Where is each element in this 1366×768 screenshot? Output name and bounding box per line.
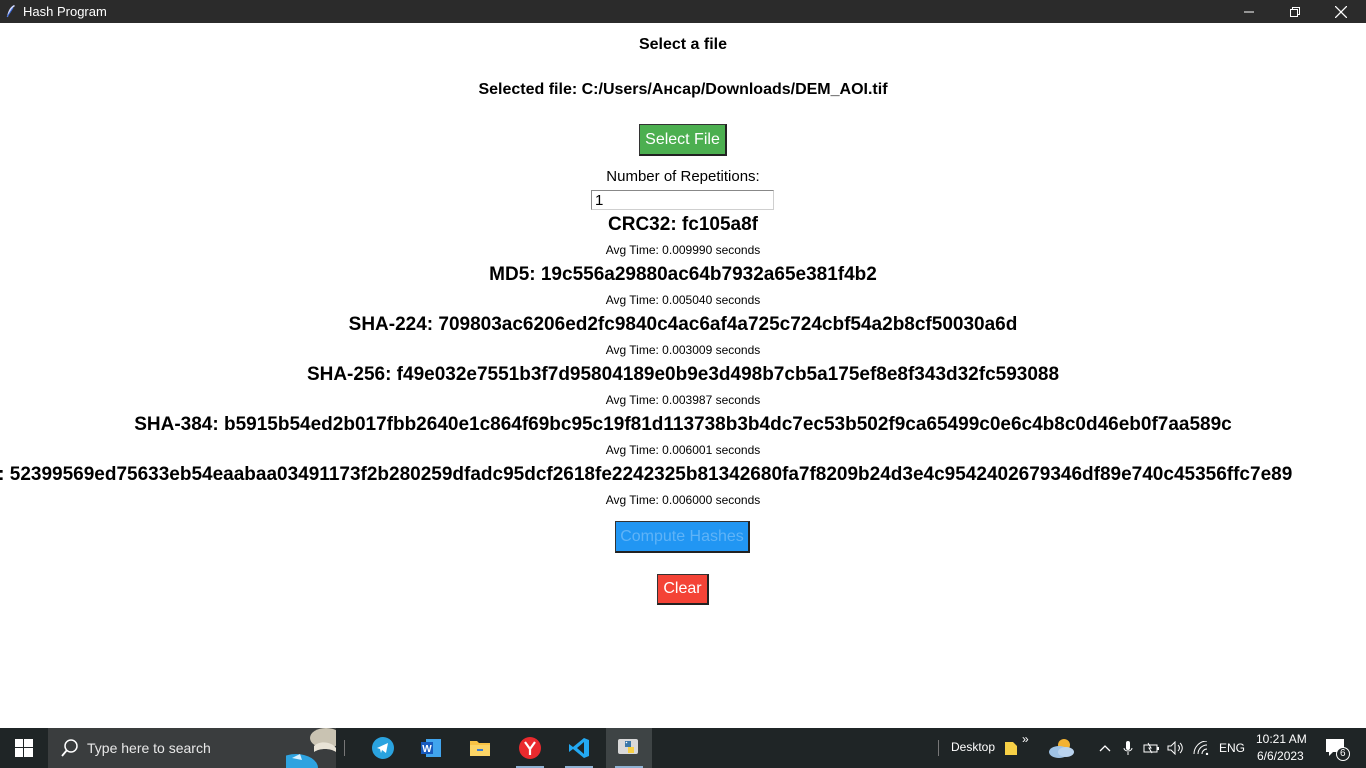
clock-date[interactable]: 6/6/2023 [1257,749,1304,763]
restore-icon [1290,6,1300,17]
feather-icon [6,5,15,18]
search-highlight-illustration [286,728,336,768]
hash-sha256: SHA-256: f49e032e7551b3f7d95804189e0b9e3… [306,364,1060,385]
close-icon [1335,5,1347,18]
desktop-toolbar-label[interactable]: Desktop [951,740,995,754]
hash-sha224: SHA-224: 709803ac6206ed2fc9840c4ac6af4a7… [348,314,1018,335]
app-window: Select a file Selected file: C:/Users/Ан… [0,23,1366,728]
clear-button[interactable]: Clear [657,574,709,605]
windows-icon [15,739,33,757]
minimize-icon [1244,11,1254,12]
file-explorer-icon [470,741,490,756]
taskbar-app-file-explorer[interactable] [457,728,503,768]
selected-file-label: Selected file: C:/Users/Ансар/Downloads/… [478,81,888,98]
language-indicator[interactable]: ENG [1219,741,1245,755]
taskbar-app-yandex[interactable] [507,728,553,768]
close-button[interactable] [1318,0,1364,23]
toolbar-overflow-chevron[interactable]: » [1022,732,1029,746]
taskbar: Type here to search W Desktop » ENG 10:2… [0,728,1366,768]
desktop-folder-icon[interactable] [1001,738,1021,758]
hash-sha384: SHA-384: b5915b54ed2b017fbb2640e1c864f69… [134,414,1232,435]
search-placeholder: Type here to search [87,740,211,756]
wifi-icon[interactable] [1191,738,1211,758]
taskbar-separator [938,740,939,756]
avg-time-sha512: Avg Time: 0.006000 seconds [605,493,761,507]
window-title: Hash Program [23,4,107,19]
select-file-button[interactable]: Select File [639,124,727,156]
telegram-icon [372,737,394,759]
yandex-browser-icon [519,737,541,759]
avg-time-md5: Avg Time: 0.005040 seconds [605,293,761,307]
repetitions-label: Number of Repetitions: [606,168,760,185]
avg-time-crc32: Avg Time: 0.009990 seconds [605,243,761,257]
vscode-icon [569,738,589,758]
battery-icon[interactable] [1142,738,1162,758]
heading-select-file: Select a file [638,36,728,53]
svg-text:W: W [422,744,432,755]
sha512-clip: SHA-512: 52399569ed75633eb54eaabaa034911… [0,463,1366,487]
hash-sha512: SHA-512: 52399569ed75633eb54eaabaa034911… [0,464,1293,485]
avg-time-sha224: Avg Time: 0.003009 seconds [605,343,761,357]
avg-time-sha256: Avg Time: 0.003987 seconds [605,393,761,407]
taskbar-app-word[interactable]: W [408,728,454,768]
taskbar-app-telegram[interactable] [360,728,406,768]
volume-icon[interactable] [1166,738,1186,758]
taskbar-app-python[interactable] [606,728,652,768]
search-icon [61,739,78,757]
hash-md5: MD5: 19c556a29880ac64b7932a65e381f4b2 [489,264,877,285]
word-icon: W [421,739,441,757]
weather-icon[interactable] [1046,738,1076,758]
restore-button[interactable] [1272,0,1318,23]
compute-hashes-button[interactable]: Compute Hashes [615,521,750,553]
minimize-button[interactable] [1226,0,1272,23]
avg-time-sha384: Avg Time: 0.006001 seconds [605,443,761,457]
clock-time[interactable]: 10:21 AM [1256,732,1307,746]
window-titlebar: Hash Program [0,0,1366,23]
taskbar-app-vscode[interactable] [556,728,602,768]
show-hidden-icons-chevron-up-icon[interactable] [1095,738,1115,758]
notification-count-badge: 6 [1336,747,1350,761]
hash-crc32: CRC32: fc105a8f [608,214,758,235]
start-button[interactable] [0,728,48,768]
repetitions-input[interactable] [591,190,774,210]
python-icon [618,739,638,754]
taskbar-separator [344,740,345,756]
microphone-icon[interactable] [1118,738,1138,758]
taskbar-search-box[interactable]: Type here to search [48,728,336,768]
